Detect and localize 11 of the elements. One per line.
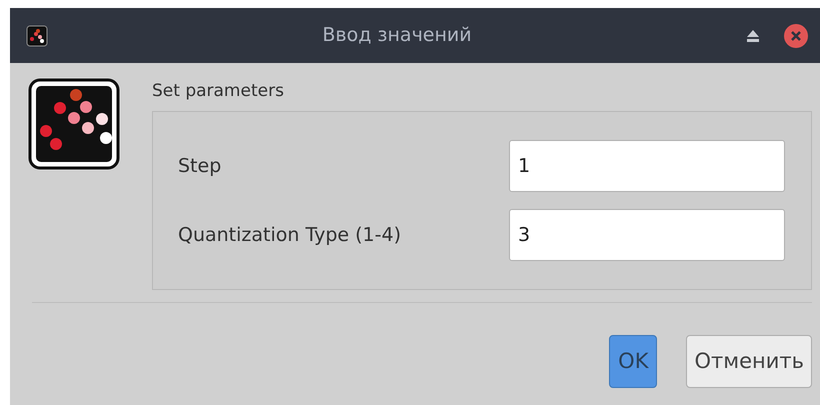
group-title: Set parameters bbox=[152, 80, 285, 102]
window-title: Ввод значений bbox=[321, 23, 473, 48]
app-logo-icon bbox=[28, 78, 120, 170]
field-label: Quantization Type (1-4) bbox=[178, 222, 402, 248]
input-field[interactable]: 1 bbox=[509, 140, 785, 192]
field-label: Step bbox=[178, 154, 222, 179]
eject-icon[interactable] bbox=[746, 30, 760, 42]
close-icon[interactable] bbox=[784, 24, 808, 48]
dialog-button[interactable]: Отменить bbox=[686, 335, 812, 388]
app-icon bbox=[26, 24, 48, 46]
input-field[interactable]: 3 bbox=[509, 209, 785, 261]
